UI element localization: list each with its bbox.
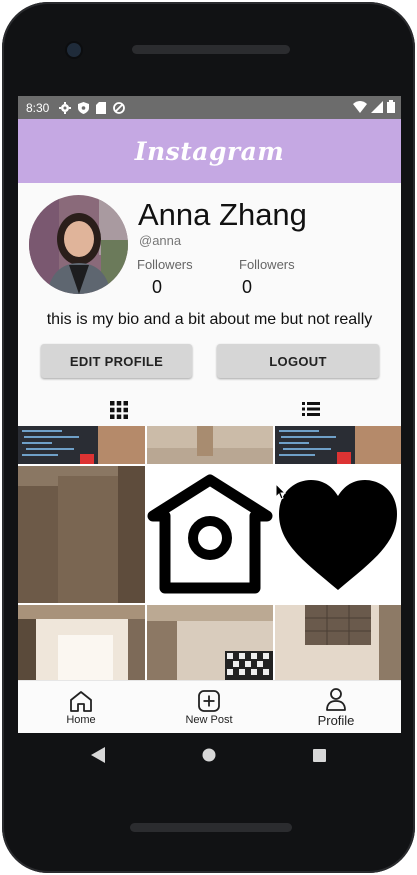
grid-post[interactable] <box>275 466 401 603</box>
post-thumbnail <box>147 426 273 464</box>
post-thumbnail <box>147 605 273 680</box>
settings-icon <box>59 101 72 114</box>
grid-post[interactable] <box>147 426 273 464</box>
tab-list[interactable] <box>302 401 322 421</box>
shield-icon <box>78 101 90 114</box>
tab-grid[interactable] <box>110 401 130 421</box>
home-outline-icon <box>147 474 273 594</box>
post-grid <box>18 426 401 680</box>
app-bar: Instagram <box>18 119 401 183</box>
grid-icon <box>110 401 128 419</box>
person-icon <box>326 688 346 711</box>
bottom-navigation: Home New Post Profile <box>18 680 401 733</box>
instagram-logo-text: Instagram <box>134 136 285 166</box>
nav-item-home[interactable]: Home <box>46 681 116 733</box>
wifi-icon <box>353 100 367 113</box>
stat-label-following: Followers <box>239 257 295 272</box>
nav-label-new-post: New Post <box>185 713 233 726</box>
post-thumbnail <box>275 605 401 680</box>
logout-button[interactable]: LOGOUT <box>217 344 379 378</box>
front-camera <box>67 43 81 57</box>
list-icon <box>302 402 320 416</box>
blocked-icon <box>113 101 126 114</box>
post-thumbnail <box>18 605 145 680</box>
profile-bio: this is my bio and a bit about me but no… <box>46 311 373 328</box>
nav-item-new-post[interactable]: New Post <box>174 681 244 733</box>
battery-icon <box>387 100 395 113</box>
nav-label-home: Home <box>66 713 96 726</box>
home-icon <box>70 690 92 712</box>
app-screen: 8:30 Instagram Anna Zhang @anna Follower… <box>18 96 401 733</box>
grid-post[interactable] <box>18 466 145 603</box>
avatar[interactable] <box>29 195 128 294</box>
profile-handle: @anna <box>139 233 182 248</box>
home-button-icon[interactable] <box>202 748 216 762</box>
stat-label-followers: Followers <box>137 257 193 272</box>
grid-post[interactable] <box>147 466 273 603</box>
stat-value-followers: 0 <box>152 277 163 297</box>
nav-label-profile: Profile <box>317 713 355 728</box>
earpiece-speaker <box>132 45 290 54</box>
grid-post[interactable] <box>147 605 273 680</box>
signal-icon <box>371 100 383 113</box>
edit-profile-button[interactable]: EDIT PROFILE <box>41 344 192 378</box>
bottom-speaker <box>130 823 292 832</box>
status-time: 8:30 <box>26 100 50 115</box>
grid-post[interactable] <box>275 426 401 464</box>
grid-post[interactable] <box>18 426 145 464</box>
sd-card-icon <box>96 101 107 114</box>
grid-post[interactable] <box>275 605 401 680</box>
profile-name: Anna Zhang <box>138 197 307 232</box>
stat-value-following: 0 <box>242 277 253 297</box>
nav-item-profile[interactable]: Profile <box>301 681 371 733</box>
status-bar: 8:30 <box>18 96 401 119</box>
system-navigation-bar <box>18 733 401 777</box>
recents-icon[interactable] <box>313 749 326 762</box>
add-box-icon <box>198 689 220 712</box>
grid-post[interactable] <box>18 605 145 680</box>
mouse-cursor-icon <box>276 484 286 500</box>
avatar-photo <box>29 195 128 294</box>
post-thumbnail <box>18 466 145 603</box>
post-thumbnail <box>275 426 401 464</box>
post-thumbnail <box>18 426 145 464</box>
heart-icon <box>279 480 397 590</box>
back-icon[interactable] <box>91 747 105 763</box>
